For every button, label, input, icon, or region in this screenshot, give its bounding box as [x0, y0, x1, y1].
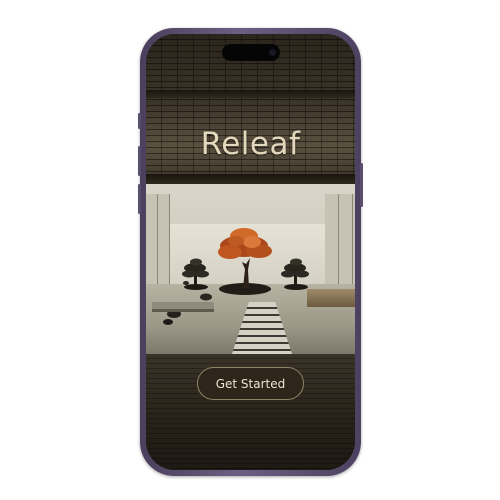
stone-platform-edge: [152, 309, 214, 312]
ceiling-beam: [146, 174, 355, 184]
maple-canopy: [218, 228, 272, 259]
volume-up-button[interactable]: [138, 146, 141, 176]
power-button[interactable]: [360, 163, 363, 207]
rock: [183, 281, 189, 285]
stone-platform: [152, 302, 214, 309]
bonsai-right: [281, 258, 309, 290]
get-started-button[interactable]: Get Started: [197, 367, 304, 400]
rock: [200, 293, 212, 301]
action-button[interactable]: [138, 113, 141, 129]
canvas: Releaf Get Started: [0, 0, 500, 500]
front-camera-icon: [269, 49, 276, 56]
phone-screen: Releaf Get Started: [146, 34, 355, 470]
bonsai-trees: [152, 228, 309, 325]
zen-garden-illustration: [146, 184, 355, 354]
phone-frame: Releaf Get Started: [138, 28, 363, 476]
app-title: Releaf: [200, 126, 301, 162]
bonsai-left: [182, 258, 209, 290]
rock: [163, 319, 173, 325]
volume-down-button[interactable]: [138, 184, 141, 214]
ceiling-beam: [146, 90, 355, 98]
